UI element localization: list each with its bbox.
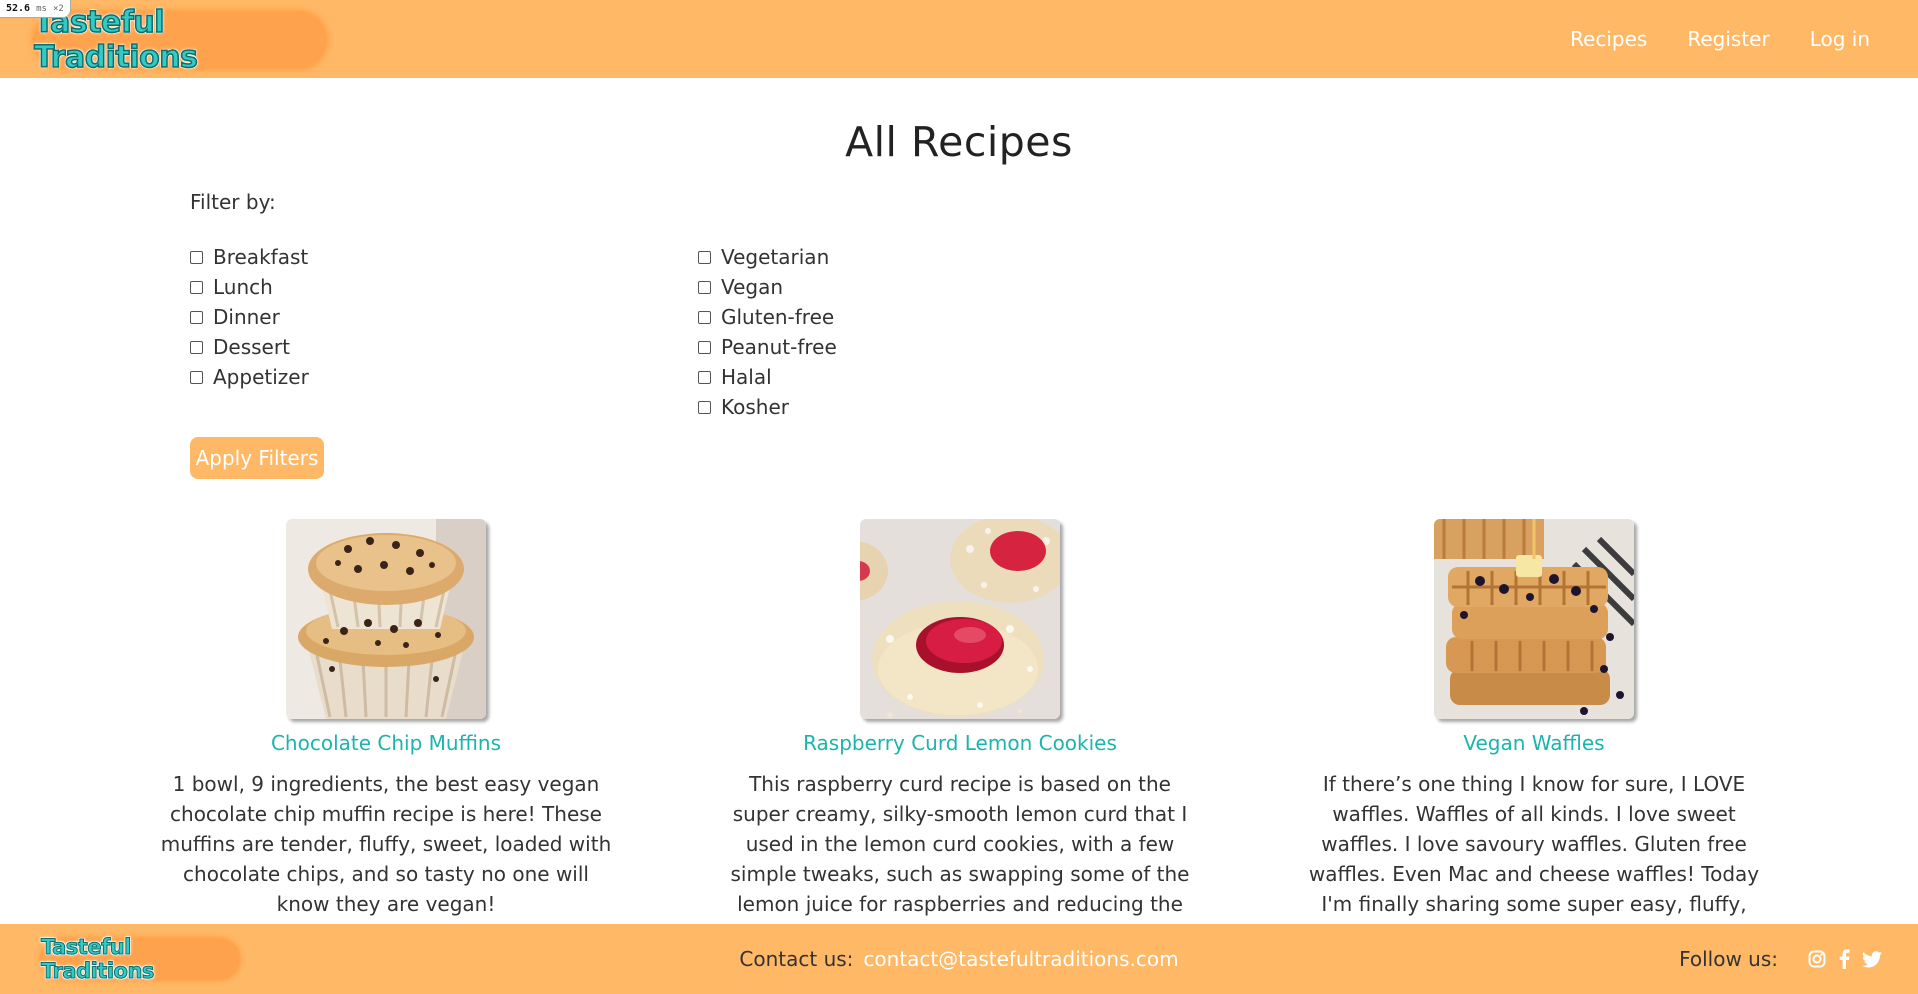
filter-option-label: Vegan [721,275,784,299]
checkbox[interactable] [698,280,711,294]
apply-filters-button[interactable]: Apply Filters [190,437,324,479]
checkbox[interactable] [190,250,203,264]
filter-option-vegan[interactable]: Vegan [698,272,837,302]
diet-filters: Vegetarian Vegan Gluten-free Peanut-free… [698,242,837,422]
filter-option-label: Peanut-free [721,335,837,359]
perf-value: 52.6 [6,3,31,14]
twitter-icon[interactable] [1862,950,1882,968]
filter-option-label: Kosher [721,395,789,419]
recipe-card: Vegan Waffles If there’s one thing I kno… [1304,519,1764,949]
perf-unit: ms [36,4,47,14]
filter-option-label: Gluten-free [721,305,835,329]
checkbox[interactable] [190,310,203,324]
filter-option-label: Halal [721,365,772,389]
filter-option-label: Breakfast [213,245,309,269]
checkbox[interactable] [698,250,711,264]
filter-option-appetizer[interactable]: Appetizer [190,362,309,392]
filter-option-label: Vegetarian [721,245,830,269]
follow-section: Follow us: [1679,924,1882,994]
filter-option-halal[interactable]: Halal [698,362,837,392]
checkbox[interactable] [190,340,203,354]
perf-multiplier: ×2 [53,4,64,14]
recipe-image-vegan-waffles[interactable] [1434,519,1634,719]
recipe-description: 1 bowl, 9 ingredients, the best easy veg… [160,772,612,916]
filter-option-vegetarian[interactable]: Vegetarian [698,242,837,272]
filter-option-dessert[interactable]: Dessert [190,332,309,362]
filter-option-gluten-free[interactable]: Gluten-free [698,302,837,332]
contact-section: Contact us: contact@tastefultraditions.c… [0,924,1918,994]
filter-option-peanut-free[interactable]: Peanut-free [698,332,837,362]
checkbox[interactable] [698,370,711,384]
instagram-icon[interactable] [1808,950,1826,968]
checkbox[interactable] [698,400,711,414]
filter-option-label: Lunch [213,275,273,299]
follow-label: Follow us: [1679,947,1778,971]
site-footer: Tasteful Traditions Contact us: contact@… [0,924,1918,994]
recipe-image-raspberry-curd-lemon-cookies[interactable] [860,519,1060,719]
contact-label: Contact us: [739,947,854,971]
filter-option-dinner[interactable]: Dinner [190,302,309,332]
nav-login[interactable]: Log in [1810,27,1870,51]
site-header: Tasteful Traditions Recipes Register Log… [0,0,1918,78]
contact-email-link[interactable]: contact@tastefultraditions.com [863,947,1178,971]
checkbox[interactable] [698,310,711,324]
recipe-title[interactable]: Raspberry Curd Lemon Cookies [730,731,1190,755]
checkbox[interactable] [190,280,203,294]
recipe-description: If there’s one thing I know for sure, I … [1308,772,1760,946]
checkbox[interactable] [190,370,203,384]
meal-type-filters: Breakfast Lunch Dinner Dessert Appetizer [190,242,309,392]
filter-option-label: Dinner [213,305,280,329]
nav-recipes[interactable]: Recipes [1570,27,1647,51]
brand-logo-text: Tasteful Traditions [33,4,198,76]
recipe-image-chocolate-chip-muffins[interactable] [286,519,486,719]
filter-option-lunch[interactable]: Lunch [190,272,309,302]
main-nav: Recipes Register Log in [1570,0,1870,78]
checkbox[interactable] [698,340,711,354]
filter-option-breakfast[interactable]: Breakfast [190,242,309,272]
brand-logo[interactable]: Tasteful Traditions [33,4,326,76]
filter-option-label: Dessert [213,335,290,359]
recipe-title[interactable]: Chocolate Chip Muffins [156,731,616,755]
facebook-icon[interactable] [1838,949,1850,969]
nav-register[interactable]: Register [1687,27,1769,51]
filter-label: Filter by: [190,190,276,214]
page-title: All Recipes [845,118,1073,166]
filter-option-label: Appetizer [213,365,309,389]
recipe-description: This raspberry curd recipe is based on t… [730,772,1190,916]
perf-overlay: 52.6 ms ×2 [0,0,71,18]
filter-option-kosher[interactable]: Kosher [698,392,837,422]
recipe-title[interactable]: Vegan Waffles [1304,731,1764,755]
recipe-card: Raspberry Curd Lemon Cookies This raspbe… [730,519,1190,919]
recipe-card: Chocolate Chip Muffins 1 bowl, 9 ingredi… [156,519,616,919]
